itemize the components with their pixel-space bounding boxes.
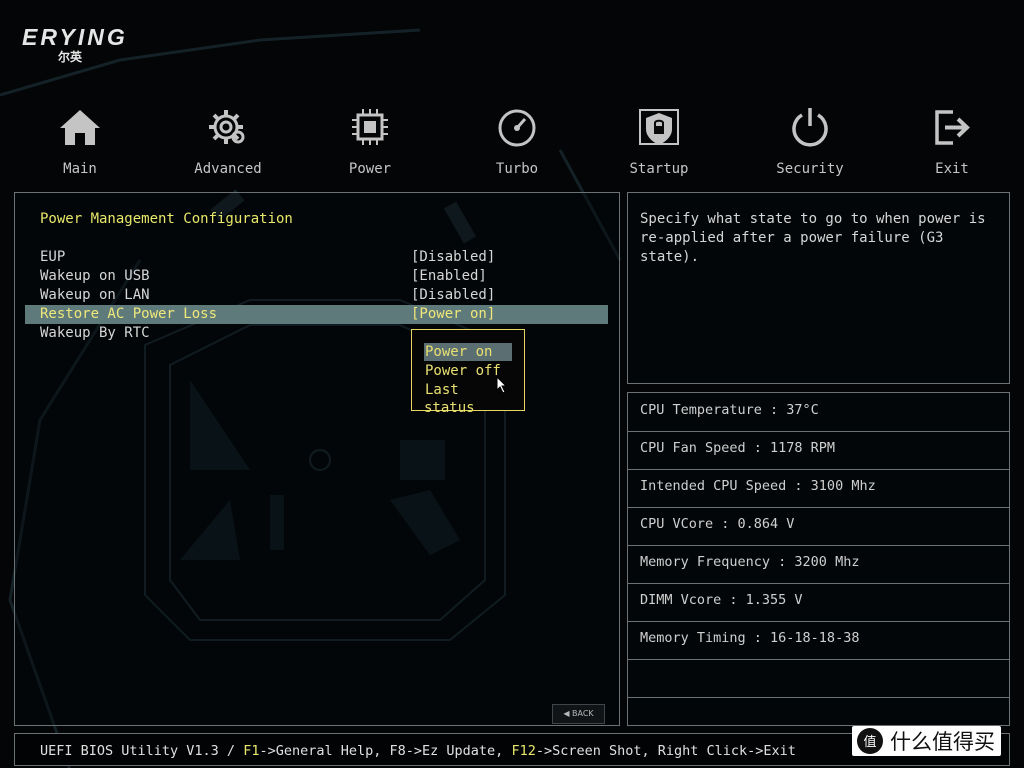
home-icon bbox=[60, 110, 100, 145]
tab-label: Advanced bbox=[194, 161, 262, 177]
setting-value[interactable]: [Disabled] bbox=[411, 249, 495, 265]
option-power-on[interactable]: Power on bbox=[424, 343, 512, 361]
info-text: Memory Timing : 16-18-18-38 bbox=[640, 630, 860, 646]
exit-icon bbox=[935, 110, 970, 145]
footer-key-f1: F1 bbox=[243, 743, 260, 759]
power-icon bbox=[792, 108, 828, 147]
setting-eup[interactable]: EUP [Disabled] bbox=[25, 248, 608, 267]
gear-icon bbox=[209, 110, 245, 144]
section-title: Power Management Configuration bbox=[40, 211, 293, 227]
setting-wakeup-usb[interactable]: Wakeup on USB [Enabled] bbox=[25, 267, 608, 286]
setting-value[interactable]: [Enabled] bbox=[411, 268, 487, 284]
setting-label: EUP bbox=[40, 249, 66, 265]
option-label: Power on bbox=[425, 344, 493, 360]
tab-label: Power bbox=[348, 161, 392, 177]
setting-restore-ac-power-loss[interactable]: Restore AC Power Loss [Power on] bbox=[25, 305, 608, 324]
setting-wakeup-lan[interactable]: Wakeup on LAN [Disabled] bbox=[25, 286, 608, 305]
tab-label: Startup bbox=[629, 161, 689, 177]
top-nav: Main Advanced Power Turbo Startup Securi… bbox=[0, 104, 1024, 184]
brand-name: ERYING bbox=[22, 24, 128, 50]
setting-value[interactable]: [Disabled] bbox=[411, 287, 495, 303]
info-intended-cpu-speed: Intended CPU Speed : 3100 Mhz bbox=[628, 469, 1009, 508]
help-text: Specify what state to go to when power i… bbox=[640, 211, 986, 265]
shield-icon bbox=[639, 109, 679, 145]
gauge-icon bbox=[498, 109, 536, 147]
brand-logo: ERYING 尔英 bbox=[22, 24, 128, 64]
back-arrow-icon: ◀ bbox=[563, 709, 570, 718]
tab-main[interactable]: Main bbox=[25, 104, 135, 177]
tab-security[interactable]: Security bbox=[755, 104, 865, 177]
setting-label: Wakeup on LAN bbox=[40, 287, 150, 303]
info-cpu-temperature: CPU Temperature : 37°C bbox=[628, 393, 1009, 432]
tab-turbo[interactable]: Turbo bbox=[462, 104, 572, 177]
tab-exit[interactable]: Exit bbox=[897, 104, 1007, 177]
info-text: Intended CPU Speed : 3100 Mhz bbox=[640, 478, 876, 494]
info-text: DIMM Vcore : 1.355 V bbox=[640, 592, 803, 608]
option-label: Last status bbox=[424, 382, 475, 416]
info-cpu-vcore: CPU VCore : 0.864 V bbox=[628, 507, 1009, 546]
info-text: CPU VCore : 0.864 V bbox=[640, 516, 795, 532]
cpu-chip-icon bbox=[352, 109, 388, 145]
info-dimm-vcore: DIMM Vcore : 1.355 V bbox=[628, 583, 1009, 622]
system-info-panel: CPU Temperature : 37°C CPU Fan Speed : 1… bbox=[627, 392, 1010, 726]
setting-label: Restore AC Power Loss bbox=[40, 306, 218, 322]
footer-text-1: ->General Help, F8->Ez Update, bbox=[259, 743, 512, 759]
footer-key-f12: F12 bbox=[511, 743, 536, 759]
info-text: CPU Temperature : 37°C bbox=[640, 402, 819, 418]
tab-label: Exit bbox=[935, 161, 969, 177]
back-label: BACK bbox=[572, 709, 594, 718]
mouse-cursor-icon bbox=[496, 376, 508, 394]
footer-prefix: UEFI BIOS Utility V1.3 / bbox=[40, 743, 244, 759]
setting-label: Wakeup By RTC bbox=[40, 325, 150, 341]
tab-startup[interactable]: Startup bbox=[604, 104, 714, 177]
info-text: Memory Frequency : 3200 Mhz bbox=[640, 554, 860, 570]
info-cpu-fan-speed: CPU Fan Speed : 1178 RPM bbox=[628, 431, 1009, 470]
tab-label: Turbo bbox=[495, 161, 539, 177]
footer-text-2: ->Screen Shot, Right Click->Exit bbox=[535, 743, 796, 759]
help-panel: Specify what state to go to when power i… bbox=[627, 192, 1010, 384]
tab-power[interactable]: Power bbox=[315, 104, 425, 177]
info-memory-frequency: Memory Frequency : 3200 Mhz bbox=[628, 545, 1009, 584]
info-memory-timing: Memory Timing : 16-18-18-38 bbox=[628, 621, 1009, 660]
footer-help-text: UEFI BIOS Utility V1.3 / F1->General Hel… bbox=[40, 743, 796, 759]
setting-value[interactable]: [Power on] bbox=[411, 306, 495, 322]
option-popup: Power on Power off Last status bbox=[411, 329, 525, 416]
back-button[interactable]: ◀ BACK bbox=[552, 704, 605, 724]
site-watermark: 值 什么值得买 bbox=[852, 726, 1001, 756]
watermark-badge-glyph: 值 bbox=[863, 734, 876, 750]
brand-subtitle: 尔英 bbox=[58, 50, 83, 64]
watermark-text: 什么值得买 bbox=[890, 730, 995, 754]
tab-label: Main bbox=[63, 161, 97, 177]
tab-advanced[interactable]: Advanced bbox=[173, 104, 283, 177]
settings-panel: Power Management Configuration EUP [Disa… bbox=[14, 192, 620, 726]
option-label: Power off bbox=[425, 363, 501, 379]
tab-label: Security bbox=[776, 161, 844, 177]
watermark-logo-icon: 值 bbox=[857, 728, 883, 754]
info-empty-row bbox=[628, 659, 1009, 698]
info-text: CPU Fan Speed : 1178 RPM bbox=[640, 440, 836, 456]
setting-label: Wakeup on USB bbox=[40, 268, 150, 284]
